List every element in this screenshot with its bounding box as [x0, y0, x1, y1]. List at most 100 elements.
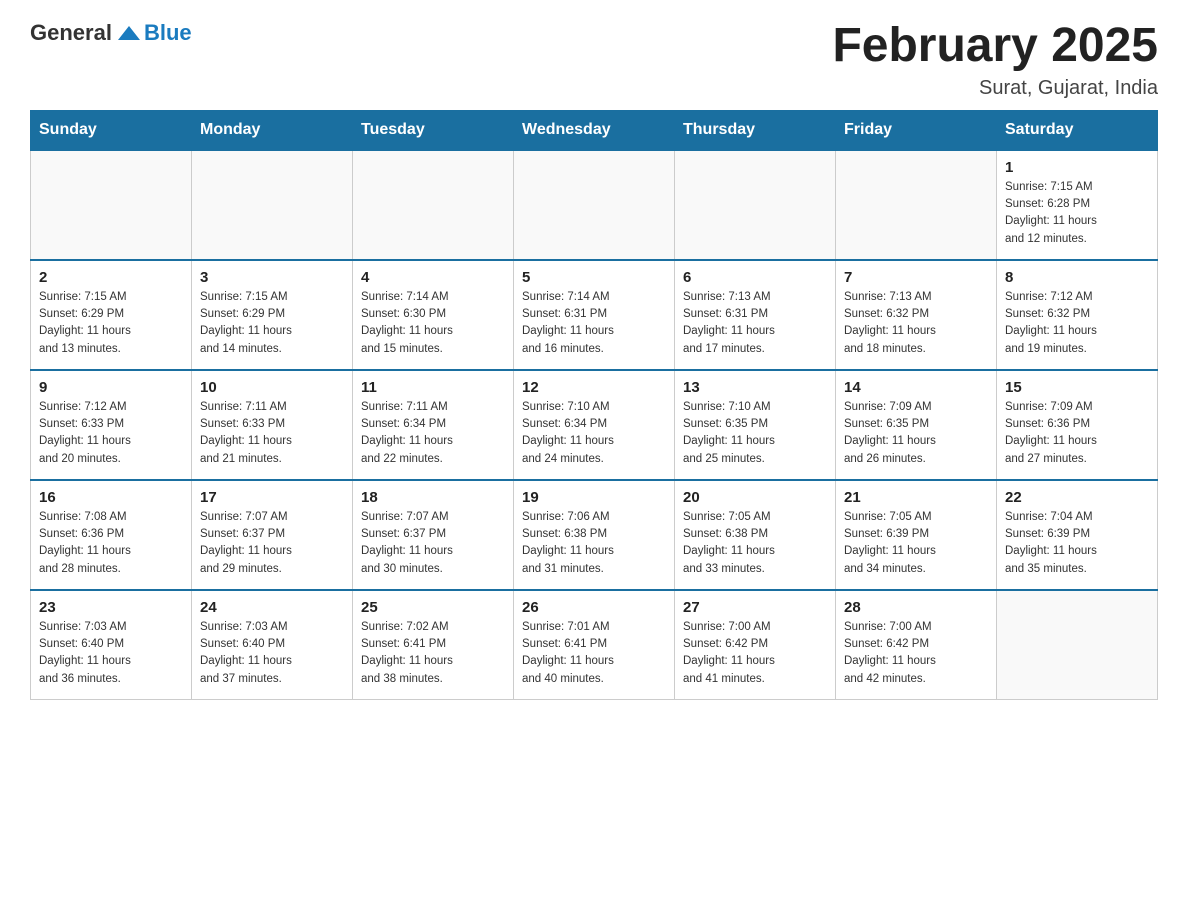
calendar-week-row: 16Sunrise: 7:08 AM Sunset: 6:36 PM Dayli…: [31, 480, 1158, 590]
calendar-cell: 12 Sunrise: 7:10 AM Sunset: 6:34 PM Dayli…: [514, 370, 675, 480]
day-number: 19: [522, 489, 666, 506]
day-number: 9: [39, 379, 183, 396]
calendar-cell: 14 Sunrise: 7:09 AM Sunset: 6:35 PM Dayli…: [836, 370, 997, 480]
day-number: 10: [200, 379, 344, 396]
day-number: 28: [844, 599, 988, 616]
calendar-cell: [675, 150, 836, 260]
calendar-cell: 5 Sunrise: 7:14 AM Sunset: 6:31 PM Daylig…: [514, 260, 675, 370]
calendar-cell: 25Sunrise: 7:02 AM Sunset: 6:41 PM Dayli…: [353, 590, 514, 700]
calendar-week-row: 23 Sunrise: 7:03 AM Sunset: 6:40 PM Dayli…: [31, 590, 1158, 700]
location-title: Surat, Gujarat, India: [832, 77, 1158, 100]
weekday-header-friday: Friday: [836, 110, 997, 150]
calendar-cell: 1Sunrise: 7:15 AM Sunset: 6:28 PM Daylig…: [997, 150, 1158, 260]
day-number: 21: [844, 489, 988, 506]
calendar-cell: 8Sunrise: 7:12 AM Sunset: 6:32 PM Daylig…: [997, 260, 1158, 370]
day-info: Sunrise: 7:07 AM Sunset: 6:37 PM Dayligh…: [200, 509, 344, 578]
calendar-cell: 28 Sunrise: 7:00 AM Sunset: 6:42 PM Dayli…: [836, 590, 997, 700]
day-number: 11: [361, 379, 505, 396]
calendar-cell: [192, 150, 353, 260]
calendar-week-row: 1Sunrise: 7:15 AM Sunset: 6:28 PM Daylig…: [31, 150, 1158, 260]
calendar-cell: 17 Sunrise: 7:07 AM Sunset: 6:37 PM Dayli…: [192, 480, 353, 590]
day-info: Sunrise: 7:10 AM Sunset: 6:35 PM Dayligh…: [683, 399, 827, 468]
calendar-cell: 2 Sunrise: 7:15 AM Sunset: 6:29 PM Daylig…: [31, 260, 192, 370]
day-info: Sunrise: 7:11 AM Sunset: 6:33 PM Dayligh…: [200, 399, 344, 468]
calendar-cell: 11 Sunrise: 7:11 AM Sunset: 6:34 PM Dayli…: [353, 370, 514, 480]
calendar-cell: 27 Sunrise: 7:00 AM Sunset: 6:42 PM Dayli…: [675, 590, 836, 700]
weekday-header-row: SundayMondayTuesdayWednesdayThursdayFrid…: [31, 110, 1158, 150]
day-number: 12: [522, 379, 666, 396]
day-number: 22: [1005, 489, 1149, 506]
calendar-cell: 10 Sunrise: 7:11 AM Sunset: 6:33 PM Dayli…: [192, 370, 353, 480]
weekday-header-sunday: Sunday: [31, 110, 192, 150]
day-number: 5: [522, 269, 666, 286]
day-number: 17: [200, 489, 344, 506]
day-number: 1: [1005, 159, 1149, 176]
day-number: 15: [1005, 379, 1149, 396]
weekday-header-wednesday: Wednesday: [514, 110, 675, 150]
day-info: Sunrise: 7:07 AM Sunset: 6:37 PM Dayligh…: [361, 509, 505, 578]
calendar-cell: 21 Sunrise: 7:05 AM Sunset: 6:39 PM Dayli…: [836, 480, 997, 590]
calendar-cell: 22 Sunrise: 7:04 AM Sunset: 6:39 PM Dayli…: [997, 480, 1158, 590]
day-info: Sunrise: 7:15 AM Sunset: 6:29 PM Dayligh…: [39, 289, 183, 358]
calendar-cell: 6Sunrise: 7:13 AM Sunset: 6:31 PM Daylig…: [675, 260, 836, 370]
day-info: Sunrise: 7:00 AM Sunset: 6:42 PM Dayligh…: [683, 619, 827, 688]
day-info: Sunrise: 7:13 AM Sunset: 6:32 PM Dayligh…: [844, 289, 988, 358]
day-number: 27: [683, 599, 827, 616]
day-number: 14: [844, 379, 988, 396]
calendar-cell: [997, 590, 1158, 700]
day-info: Sunrise: 7:12 AM Sunset: 6:32 PM Dayligh…: [1005, 289, 1149, 358]
calendar-week-row: 2 Sunrise: 7:15 AM Sunset: 6:29 PM Daylig…: [31, 260, 1158, 370]
calendar-table: SundayMondayTuesdayWednesdayThursdayFrid…: [30, 110, 1158, 701]
day-info: Sunrise: 7:09 AM Sunset: 6:36 PM Dayligh…: [1005, 399, 1149, 468]
day-info: Sunrise: 7:10 AM Sunset: 6:34 PM Dayligh…: [522, 399, 666, 468]
day-number: 2: [39, 269, 183, 286]
day-number: 4: [361, 269, 505, 286]
calendar-cell: [31, 150, 192, 260]
day-info: Sunrise: 7:06 AM Sunset: 6:38 PM Dayligh…: [522, 509, 666, 578]
day-info: Sunrise: 7:13 AM Sunset: 6:31 PM Dayligh…: [683, 289, 827, 358]
day-info: Sunrise: 7:14 AM Sunset: 6:31 PM Dayligh…: [522, 289, 666, 358]
calendar-cell: 7Sunrise: 7:13 AM Sunset: 6:32 PM Daylig…: [836, 260, 997, 370]
logo: General Blue: [30, 20, 192, 46]
month-title: February 2025: [832, 20, 1158, 73]
day-number: 23: [39, 599, 183, 616]
day-info: Sunrise: 7:05 AM Sunset: 6:39 PM Dayligh…: [844, 509, 988, 578]
logo-triangle-icon: [118, 26, 140, 40]
calendar-cell: 23 Sunrise: 7:03 AM Sunset: 6:40 PM Dayli…: [31, 590, 192, 700]
day-info: Sunrise: 7:11 AM Sunset: 6:34 PM Dayligh…: [361, 399, 505, 468]
logo-text-blue: Blue: [144, 20, 192, 46]
calendar-cell: 15 Sunrise: 7:09 AM Sunset: 6:36 PM Dayli…: [997, 370, 1158, 480]
day-info: Sunrise: 7:00 AM Sunset: 6:42 PM Dayligh…: [844, 619, 988, 688]
title-block: February 2025 Surat, Gujarat, India: [832, 20, 1158, 100]
calendar-week-row: 9 Sunrise: 7:12 AM Sunset: 6:33 PM Daylig…: [31, 370, 1158, 480]
calendar-cell: 16Sunrise: 7:08 AM Sunset: 6:36 PM Dayli…: [31, 480, 192, 590]
day-info: Sunrise: 7:04 AM Sunset: 6:39 PM Dayligh…: [1005, 509, 1149, 578]
calendar-cell: 13 Sunrise: 7:10 AM Sunset: 6:35 PM Dayli…: [675, 370, 836, 480]
calendar-cell: 26Sunrise: 7:01 AM Sunset: 6:41 PM Dayli…: [514, 590, 675, 700]
calendar-cell: 24Sunrise: 7:03 AM Sunset: 6:40 PM Dayli…: [192, 590, 353, 700]
day-info: Sunrise: 7:12 AM Sunset: 6:33 PM Dayligh…: [39, 399, 183, 468]
calendar-cell: [353, 150, 514, 260]
day-info: Sunrise: 7:05 AM Sunset: 6:38 PM Dayligh…: [683, 509, 827, 578]
day-number: 20: [683, 489, 827, 506]
day-number: 26: [522, 599, 666, 616]
calendar-cell: [514, 150, 675, 260]
weekday-header-tuesday: Tuesday: [353, 110, 514, 150]
day-info: Sunrise: 7:08 AM Sunset: 6:36 PM Dayligh…: [39, 509, 183, 578]
calendar-cell: [836, 150, 997, 260]
day-number: 18: [361, 489, 505, 506]
page-header: General Blue February 2025 Surat, Gujara…: [30, 20, 1158, 100]
day-info: Sunrise: 7:14 AM Sunset: 6:30 PM Dayligh…: [361, 289, 505, 358]
calendar-cell: 18 Sunrise: 7:07 AM Sunset: 6:37 PM Dayli…: [353, 480, 514, 590]
day-info: Sunrise: 7:03 AM Sunset: 6:40 PM Dayligh…: [39, 619, 183, 688]
calendar-cell: 20 Sunrise: 7:05 AM Sunset: 6:38 PM Dayli…: [675, 480, 836, 590]
weekday-header-monday: Monday: [192, 110, 353, 150]
day-number: 24: [200, 599, 344, 616]
calendar-cell: 9 Sunrise: 7:12 AM Sunset: 6:33 PM Daylig…: [31, 370, 192, 480]
calendar-cell: 4 Sunrise: 7:14 AM Sunset: 6:30 PM Daylig…: [353, 260, 514, 370]
day-info: Sunrise: 7:09 AM Sunset: 6:35 PM Dayligh…: [844, 399, 988, 468]
weekday-header-thursday: Thursday: [675, 110, 836, 150]
weekday-header-saturday: Saturday: [997, 110, 1158, 150]
day-number: 13: [683, 379, 827, 396]
calendar-cell: 19 Sunrise: 7:06 AM Sunset: 6:38 PM Dayli…: [514, 480, 675, 590]
